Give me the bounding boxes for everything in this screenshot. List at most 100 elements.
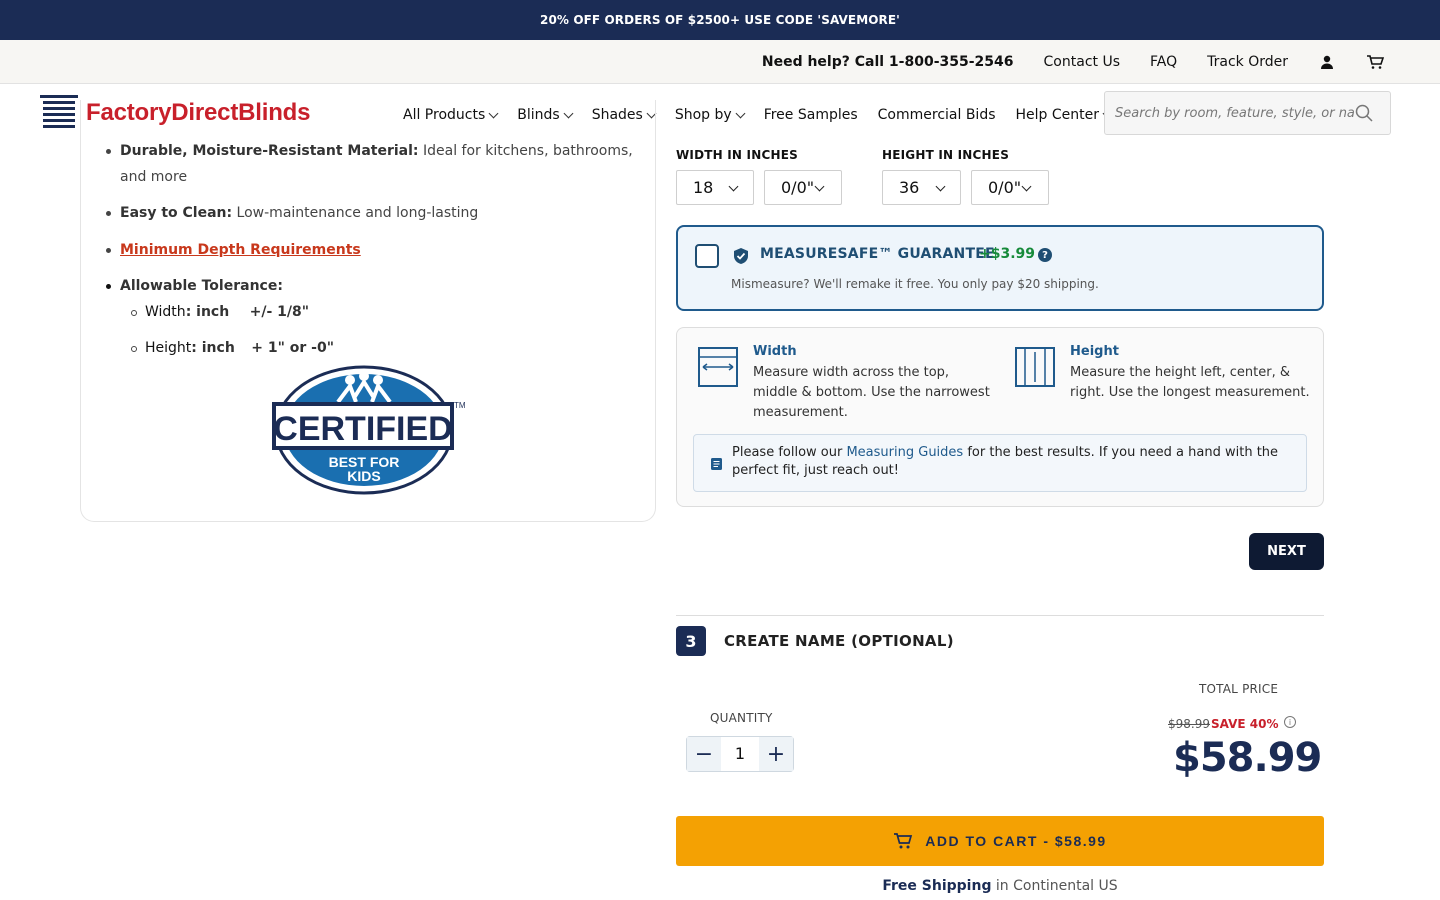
track-order-link[interactable]: Track Order bbox=[1207, 54, 1288, 70]
cart-icon[interactable] bbox=[1366, 53, 1384, 71]
guarantee-title: MEASURESAFE™ GUARANTEE bbox=[760, 246, 995, 262]
free-shipping-note: Free Shipping in Continental US bbox=[676, 878, 1324, 894]
feature-title: Easy to Clean: bbox=[120, 205, 233, 221]
info-icon[interactable]: i bbox=[1284, 716, 1296, 728]
measuresafe-guarantee[interactable]: MEASURESAFE™ GUARANTEE +$3.99 ? Mismeasu… bbox=[676, 225, 1324, 311]
guarantee-price: +$3.99 bbox=[979, 246, 1036, 262]
feature-text: Low-maintenance and long-lasting bbox=[232, 205, 479, 221]
promo-banner: 20% OFF ORDERS OF $2500+ USE CODE 'SAVEM… bbox=[0, 0, 1440, 40]
step-number-badge: 3 bbox=[676, 626, 706, 656]
width-inches-select[interactable]: 18 bbox=[676, 170, 754, 205]
section-divider bbox=[676, 615, 1324, 616]
original-price: $98.99 bbox=[1168, 717, 1210, 731]
search-box bbox=[1104, 91, 1391, 135]
free-shipping-text: in Continental US bbox=[991, 878, 1118, 894]
height-inches-select[interactable]: 36 bbox=[882, 170, 961, 205]
measuring-instructions: Width Measure width across the top, midd… bbox=[676, 327, 1324, 507]
bullet bbox=[106, 284, 111, 289]
tolerance-height: Height: inch + 1" or -0" bbox=[131, 335, 335, 361]
free-shipping-bold: Free Shipping bbox=[882, 878, 992, 894]
help-phone[interactable]: Need help? Call 1-800-355-2546 bbox=[762, 54, 1014, 70]
select-value: 0/0" bbox=[781, 178, 815, 197]
chevron-down-icon bbox=[735, 108, 746, 118]
select-value: 18 bbox=[693, 178, 714, 197]
height-measure-icon bbox=[1015, 347, 1055, 387]
promo-text: 20% OFF ORDERS OF $2500+ USE CODE 'SAVEM… bbox=[540, 13, 900, 27]
tolerance-unit: : inch bbox=[185, 304, 230, 320]
chevron-down-icon bbox=[814, 181, 825, 192]
feature-text: Ideal for kitchens, bathrooms, bbox=[418, 143, 633, 159]
blinds-logo-icon bbox=[40, 95, 78, 128]
tolerance-label: Width bbox=[145, 304, 186, 320]
total-price: $58.99 bbox=[1173, 735, 1322, 781]
height-fraction-select[interactable]: 0/0" bbox=[971, 170, 1049, 205]
feature-text: and more bbox=[120, 169, 188, 185]
bullet bbox=[106, 211, 111, 216]
savings-badge: SAVE 40% bbox=[1211, 717, 1279, 731]
certified-best-for-kids-badge: CERTIFIED BEST FOR KIDS TM bbox=[272, 365, 466, 495]
nav-commercial-bids[interactable]: Commercial Bids bbox=[878, 107, 996, 123]
quantity-increase-button[interactable]: + bbox=[759, 737, 793, 771]
width-label: WIDTH IN INCHES bbox=[676, 148, 798, 162]
nav-shop-by[interactable]: Shop by bbox=[674, 107, 746, 123]
contact-us-link[interactable]: Contact Us bbox=[1044, 54, 1120, 70]
width-title: Width bbox=[753, 344, 797, 359]
feature-tolerance: Allowable Tolerance: bbox=[106, 273, 283, 299]
nav-label: Commercial Bids bbox=[877, 107, 996, 123]
measuring-guides-link[interactable]: Measuring Guides bbox=[846, 445, 963, 460]
measuring-guide-note: Please follow our Measuring Guides for t… bbox=[693, 434, 1307, 492]
chevron-down-icon bbox=[935, 181, 946, 192]
note-prefix: Please follow our bbox=[732, 445, 847, 460]
nav-label: Free Samples bbox=[763, 107, 858, 123]
search-input[interactable] bbox=[1115, 105, 1355, 121]
tolerance-unit: : inch bbox=[191, 340, 235, 356]
tolerance-label: Height bbox=[145, 340, 192, 356]
document-icon bbox=[711, 458, 722, 470]
width-measure-icon bbox=[698, 347, 738, 387]
guarantee-checkbox[interactable] bbox=[695, 244, 719, 268]
quantity-label: QUANTITY bbox=[710, 711, 773, 725]
feature-title: Allowable Tolerance: bbox=[120, 278, 283, 294]
feature-durable: Durable, Moisture-Resistant Material: Id… bbox=[106, 138, 640, 190]
nav-free-samples[interactable]: Free Samples bbox=[764, 107, 858, 123]
help-question-icon[interactable]: ? bbox=[1038, 248, 1052, 262]
faq-link[interactable]: FAQ bbox=[1150, 54, 1177, 70]
minimum-depth-link[interactable]: Minimum Depth Requirements bbox=[120, 242, 361, 258]
nav-label: Shop by bbox=[674, 107, 732, 123]
width-description: Measure width across the top, middle & b… bbox=[753, 365, 990, 420]
guarantee-subtitle: Mismeasure? We'll remake it free. You on… bbox=[731, 277, 1099, 291]
badge-kids-text: KIDS bbox=[347, 468, 380, 484]
add-to-cart-button[interactable]: ADD TO CART - $58.99 bbox=[676, 816, 1324, 866]
create-name-step[interactable]: CREATE NAME (OPTIONAL) bbox=[724, 632, 954, 650]
nav-label: Help Center bbox=[1015, 107, 1100, 123]
badge-certified-text: CERTIFIED bbox=[273, 410, 452, 448]
next-button[interactable]: NEXT bbox=[1249, 533, 1324, 570]
user-icon[interactable] bbox=[1318, 53, 1336, 71]
search-icon[interactable] bbox=[1355, 104, 1373, 122]
badge-tm-text: TM bbox=[454, 401, 466, 410]
quantity-decrease-button[interactable]: − bbox=[687, 737, 721, 771]
tolerance-value: +/- 1/8" bbox=[249, 304, 310, 320]
tolerance-value: + 1" or -0" bbox=[251, 340, 335, 356]
add-to-cart-label: ADD TO CART - $58.99 bbox=[925, 833, 1107, 849]
feature-title: Durable, Moisture-Resistant Material: bbox=[120, 143, 419, 159]
tolerance-width: Width: inch +/- 1/8" bbox=[131, 299, 310, 325]
feature-depth: Minimum Depth Requirements bbox=[106, 237, 361, 263]
shield-check-icon bbox=[734, 248, 748, 264]
total-price-label: TOTAL PRICE bbox=[1199, 682, 1279, 696]
cart-icon bbox=[894, 833, 913, 849]
bullet bbox=[106, 248, 111, 253]
chevron-down-icon bbox=[728, 181, 739, 192]
note-text: Please follow our Measuring Guides for t… bbox=[732, 444, 1292, 480]
height-title: Height bbox=[1070, 344, 1119, 359]
quantity-stepper: − 1 + bbox=[686, 736, 794, 772]
nav-help-center[interactable]: Help Center bbox=[1015, 107, 1113, 123]
select-value: 36 bbox=[899, 178, 920, 197]
sub-bullet bbox=[131, 346, 137, 352]
quantity-value[interactable]: 1 bbox=[721, 737, 759, 771]
width-fraction-select[interactable]: 0/0" bbox=[764, 170, 842, 205]
chevron-down-icon bbox=[1021, 181, 1032, 192]
sub-bullet bbox=[131, 310, 137, 316]
utility-bar: Need help? Call 1-800-355-2546 Contact U… bbox=[0, 40, 1440, 84]
bullet bbox=[106, 149, 111, 154]
